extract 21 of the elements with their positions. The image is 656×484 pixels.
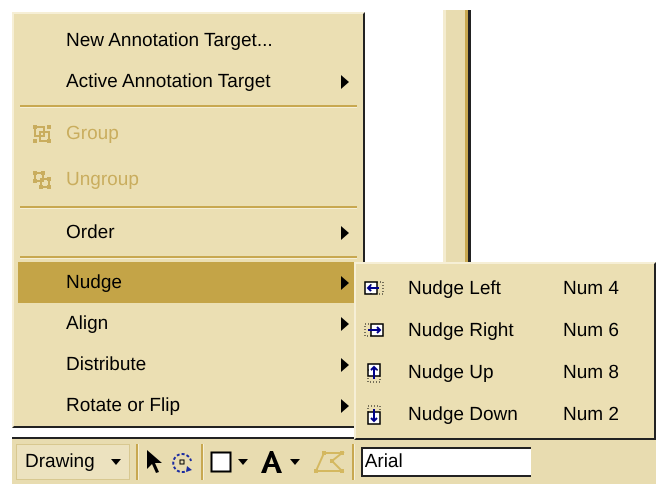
menu-item[interactable]: Rotate or Flip — [18, 385, 359, 426]
caret-icon[interactable] — [238, 458, 248, 464]
rectangle-icon[interactable] — [210, 450, 232, 472]
menu-item[interactable]: Distribute — [18, 344, 359, 385]
pointer-icon[interactable] — [144, 448, 163, 474]
menu-item[interactable]: New Annotation Target... — [18, 20, 359, 61]
font-field[interactable]: Arial — [360, 446, 531, 476]
drawing-menu-button[interactable]: Drawing — [16, 444, 130, 480]
text-style-icon[interactable] — [260, 450, 284, 474]
menu-item[interactable]: Order — [18, 212, 359, 253]
caret-icon — [110, 458, 121, 464]
caret-icon[interactable] — [290, 458, 300, 464]
menu-item[interactable]: Nudge Right Num 6 — [356, 310, 654, 352]
group-icon — [32, 124, 52, 144]
menu-item[interactable]: Align — [18, 303, 359, 344]
menu-item[interactable]: Nudge Left Num 4 — [356, 268, 654, 310]
ungroup-icon — [32, 170, 52, 190]
splitter-bar[interactable] — [443, 10, 471, 265]
menu-item[interactable]: Nudge Up Num 8 — [356, 352, 654, 394]
menu-item[interactable]: Active Annotation Target — [18, 61, 359, 102]
menu-item[interactable]: Nudge Down Num 2 — [356, 394, 654, 436]
